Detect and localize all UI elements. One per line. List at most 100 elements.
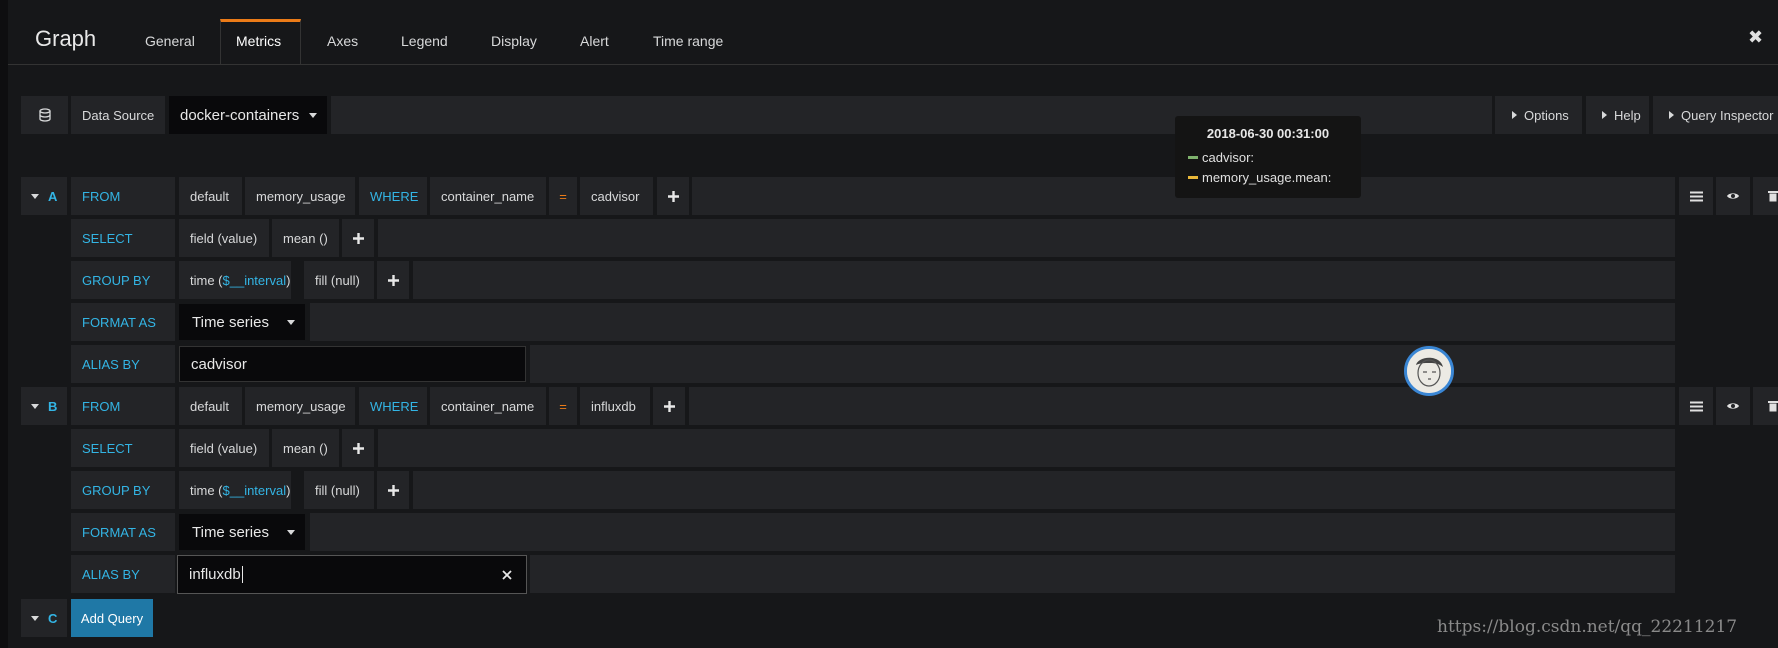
- interval-variable: $__interval: [222, 272, 287, 288]
- tab-alert[interactable]: Alert: [580, 33, 609, 49]
- tab-axes[interactable]: Axes: [327, 33, 358, 49]
- measurement-segment[interactable]: memory_usage: [245, 387, 355, 425]
- tab-general[interactable]: General: [145, 33, 195, 49]
- field-segment[interactable]: field (value): [179, 219, 269, 257]
- query-menu-button[interactable]: [1679, 177, 1713, 215]
- retention-policy-segment[interactable]: default: [179, 177, 242, 215]
- row-filler: [413, 471, 1675, 509]
- format-select[interactable]: Time series: [179, 514, 305, 550]
- graph-tooltip: 2018-06-30 00:31:00 cadvisor: memory_usa…: [1175, 116, 1361, 198]
- caret-down-icon: [31, 615, 39, 621]
- help-label: Help: [1614, 107, 1641, 123]
- remove-query-button[interactable]: [1753, 387, 1778, 425]
- row-filler: [530, 345, 1675, 383]
- toggle-visibility-button[interactable]: [1716, 387, 1750, 425]
- database-icon: [21, 96, 68, 134]
- add-select-button[interactable]: [342, 429, 374, 467]
- plus-icon: [352, 442, 364, 454]
- row-filler: [310, 303, 1675, 341]
- query-letter: B: [48, 398, 58, 414]
- tooltip-series-row: memory_usage.mean:: [1188, 170, 1331, 185]
- trash-icon: [1768, 401, 1778, 412]
- series-name: cadvisor:: [1202, 150, 1255, 165]
- hamburger-icon: [1689, 191, 1703, 201]
- operator-segment[interactable]: =: [549, 387, 577, 425]
- tab-display[interactable]: Display: [491, 33, 537, 49]
- time-suffix: ): [286, 482, 291, 498]
- close-icon[interactable]: ✖: [1748, 27, 1763, 48]
- add-group-by-button[interactable]: [377, 261, 409, 299]
- add-group-by-button[interactable]: [377, 471, 409, 509]
- format-value: Time series: [192, 313, 269, 331]
- eye-icon: [1727, 193, 1739, 199]
- caret-down-icon: [31, 403, 39, 409]
- time-suffix: ): [286, 272, 291, 288]
- alias-input[interactable]: cadvisor: [179, 346, 526, 382]
- data-source-value: docker-containers: [180, 106, 300, 124]
- add-where-button[interactable]: [657, 177, 689, 215]
- options-button[interactable]: Options: [1495, 96, 1582, 134]
- caret-right-icon: [1669, 111, 1674, 119]
- tab-legend[interactable]: Legend: [401, 33, 448, 49]
- row-filler: [413, 261, 1675, 299]
- measurement-segment[interactable]: memory_usage: [245, 177, 355, 215]
- format-select[interactable]: Time series: [179, 304, 305, 340]
- plus-icon: [352, 232, 364, 244]
- retention-policy-segment[interactable]: default: [179, 387, 242, 425]
- alias-value: influxdb: [189, 566, 241, 583]
- operator-segment[interactable]: =: [549, 177, 577, 215]
- eye-icon: [1727, 403, 1739, 409]
- hamburger-icon: [1689, 401, 1703, 411]
- remove-query-button[interactable]: [1753, 177, 1778, 215]
- time-prefix: time (: [190, 482, 223, 498]
- query-inspector-button[interactable]: Query Inspector: [1653, 96, 1778, 134]
- group-time-segment[interactable]: time ($__interval): [179, 471, 291, 509]
- caret-right-icon: [1602, 111, 1607, 119]
- tag-key-segment[interactable]: container_name: [430, 177, 546, 215]
- tag-value-segment[interactable]: influxdb: [580, 387, 650, 425]
- function-segment[interactable]: mean (): [272, 219, 339, 257]
- alias-by-label: ALIAS BY: [71, 555, 175, 593]
- tab-metrics[interactable]: Metrics: [236, 33, 281, 49]
- query-c-toggle[interactable]: C: [21, 599, 67, 637]
- add-select-button[interactable]: [342, 219, 374, 257]
- query-a-toggle[interactable]: A: [21, 177, 67, 215]
- text-cursor: [241, 566, 243, 583]
- group-by-label: GROUP BY: [71, 261, 175, 299]
- where-label: WHERE: [359, 387, 427, 425]
- help-button[interactable]: Help: [1586, 96, 1649, 134]
- toggle-visibility-button[interactable]: [1716, 177, 1750, 215]
- tab-time-range[interactable]: Time range: [653, 33, 723, 49]
- fill-segment[interactable]: fill (null): [304, 261, 374, 299]
- row-filler: [530, 555, 1675, 593]
- add-where-button[interactable]: [653, 387, 685, 425]
- query-menu-button[interactable]: [1679, 387, 1713, 425]
- query-b-toggle[interactable]: B: [21, 387, 67, 425]
- left-edge: [0, 0, 8, 648]
- tag-key-segment[interactable]: container_name: [430, 387, 546, 425]
- row-filler: [310, 513, 1675, 551]
- chevron-down-icon: [287, 530, 295, 535]
- plus-icon: [387, 274, 399, 286]
- options-label: Options: [1524, 107, 1569, 123]
- tooltip-series-row: cadvisor:: [1188, 150, 1254, 165]
- alias-input[interactable]: influxdb: [177, 555, 527, 594]
- plus-icon: [663, 400, 675, 412]
- function-segment[interactable]: mean (): [272, 429, 339, 467]
- trash-icon: [1768, 191, 1778, 202]
- field-segment[interactable]: field (value): [179, 429, 269, 467]
- plus-icon: [387, 484, 399, 496]
- data-source-label: Data Source: [71, 96, 165, 134]
- format-as-label: FORMAT AS: [71, 303, 175, 341]
- group-by-label: GROUP BY: [71, 471, 175, 509]
- caret-right-icon: [1512, 111, 1517, 119]
- series-color-swatch: [1188, 176, 1198, 179]
- fill-segment[interactable]: fill (null): [304, 471, 374, 509]
- group-time-segment[interactable]: time ($__interval): [179, 261, 291, 299]
- clear-icon[interactable]: [502, 570, 512, 580]
- tag-value-segment[interactable]: cadvisor: [580, 177, 653, 215]
- chevron-down-icon: [287, 320, 295, 325]
- data-source-select[interactable]: docker-containers: [169, 96, 327, 134]
- format-as-label: FORMAT AS: [71, 513, 175, 551]
- add-query-button[interactable]: Add Query: [71, 599, 153, 637]
